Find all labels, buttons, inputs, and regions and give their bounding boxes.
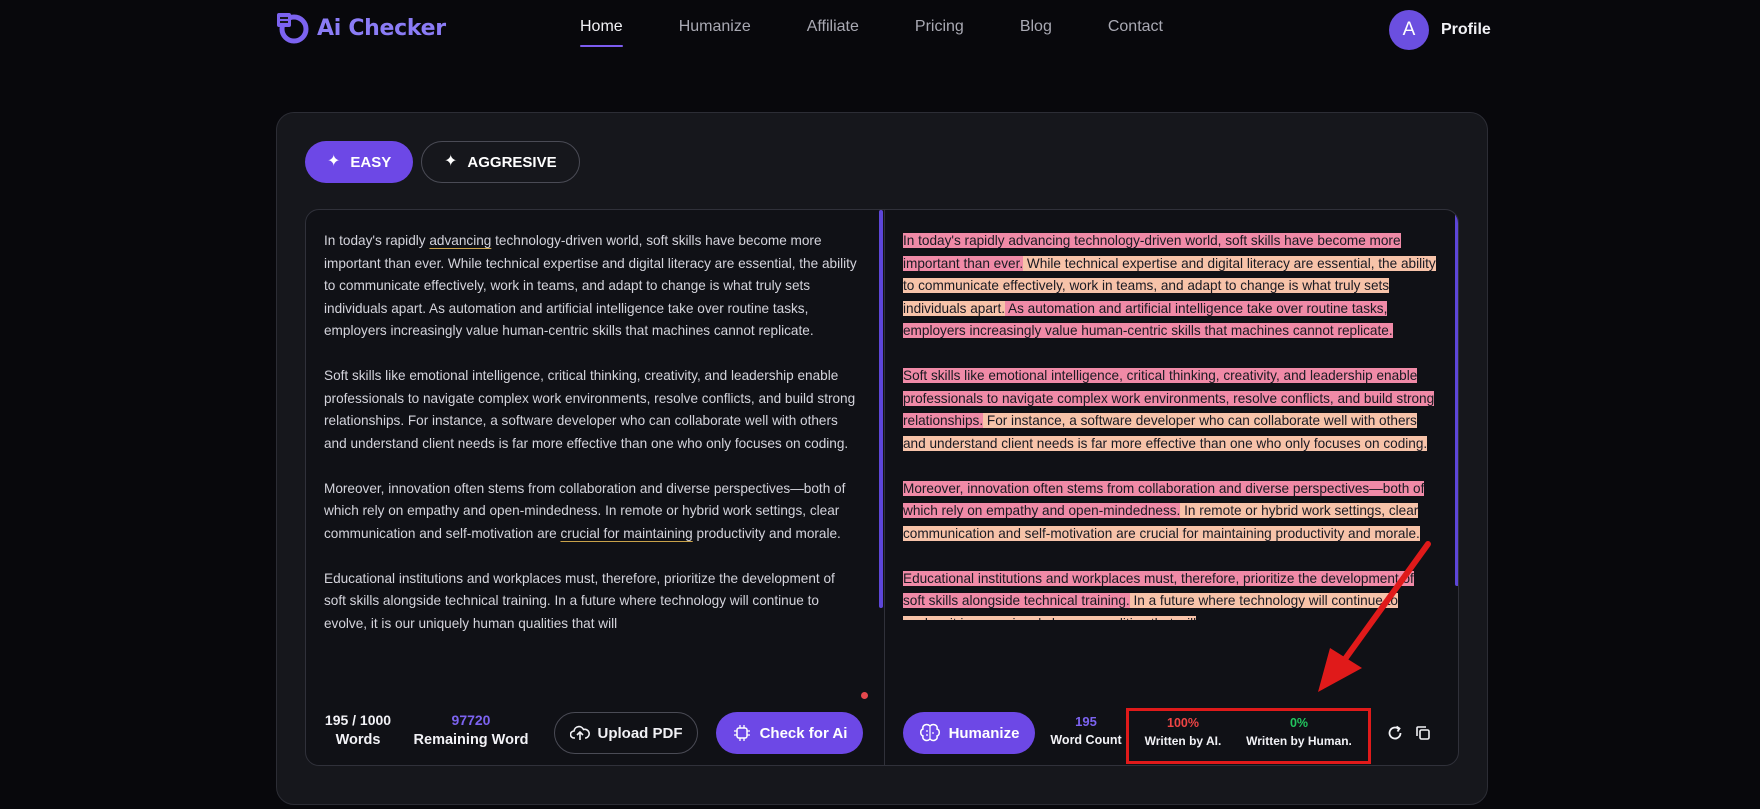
word-count-stat: 195 / 1000 Words xyxy=(324,712,392,748)
nav-link-home[interactable]: Home xyxy=(580,18,623,47)
upload-pdf-button[interactable]: Upload PDF xyxy=(554,712,698,754)
check-for-ai-label: Check for Ai xyxy=(759,724,848,742)
editor-panel: In today's rapidly advancing technology-… xyxy=(305,209,1459,766)
input-textarea[interactable]: In today's rapidly advancing technology-… xyxy=(324,230,859,640)
input-paragraph: Moreover, innovation often stems from co… xyxy=(324,480,846,541)
nav-link-blog[interactable]: Blog xyxy=(1020,18,1052,44)
human-percent: 0% xyxy=(1289,716,1309,730)
output-text: In today's rapidly advancing technology-… xyxy=(903,230,1438,620)
nav-link-contact[interactable]: Contact xyxy=(1108,18,1163,44)
human-label: Written by Human. xyxy=(1246,734,1352,748)
ai-percent: 100% xyxy=(1167,716,1199,730)
input-paragraph: Soft skills like emotional intelligence,… xyxy=(324,368,856,451)
brand-logo-icon xyxy=(277,13,309,44)
input-paragraph: Educational institutions and workplaces … xyxy=(324,570,835,631)
underlined-phrase[interactable]: crucial for maintaining xyxy=(561,526,693,541)
output-word-count-value: 195 xyxy=(1075,714,1097,729)
sparkle-icon: ✦ xyxy=(444,153,458,170)
profile-label[interactable]: Profile xyxy=(1441,21,1491,39)
upload-pdf-label: Upload PDF xyxy=(597,724,683,742)
ai-result: 100% Written by AI. xyxy=(1137,716,1229,748)
profile-menu[interactable]: A Profile xyxy=(1389,10,1491,50)
brand-name: Ai Checker xyxy=(317,15,446,41)
input-pane: In today's rapidly advancing technology-… xyxy=(306,210,883,765)
nav-link-humanize[interactable]: Humanize xyxy=(679,18,751,44)
upload-cloud-icon xyxy=(569,725,590,740)
underlined-phrase[interactable]: advancing xyxy=(429,233,491,248)
input-paragraph: In today's rapidly advancing technology-… xyxy=(324,233,857,338)
nav-links: Home Humanize Affiliate Pricing Blog Con… xyxy=(580,18,1163,47)
ai-chip-icon xyxy=(733,725,750,741)
check-for-ai-button[interactable]: Check for Ai xyxy=(716,712,863,754)
remaining-words-stat: 97720 Remaining Word xyxy=(411,712,531,748)
mode-aggressive-label: AGGRESIVE xyxy=(467,153,557,171)
output-word-count-stat: 195 Word Count xyxy=(1045,714,1127,747)
top-navbar: Ai Checker Home Humanize Affiliate Prici… xyxy=(0,0,1760,62)
output-paragraph: In today's rapidly advancing technology-… xyxy=(903,230,1438,343)
sparkle-icon: ✦ xyxy=(327,153,341,170)
input-scrollbar[interactable] xyxy=(879,210,883,608)
refresh-icon xyxy=(1388,725,1402,740)
input-footer: 195 / 1000 Words 97720 Remaining Word Up… xyxy=(306,698,883,762)
output-paragraph: Moreover, innovation often stems from co… xyxy=(903,478,1438,546)
output-scrollbar[interactable] xyxy=(1455,212,1458,586)
copy-icon xyxy=(1416,726,1430,740)
ai-label: Written by AI. xyxy=(1144,734,1222,748)
humanize-button[interactable]: Humanize xyxy=(903,712,1035,754)
word-count-label: Words xyxy=(335,732,381,748)
output-footer: Humanize 195 Word Count 100% Written by … xyxy=(885,698,1458,764)
brand-logo[interactable]: Ai Checker xyxy=(275,10,446,46)
output-pane: In today's rapidly advancing technology-… xyxy=(884,210,1458,765)
refresh-button[interactable] xyxy=(1384,722,1406,744)
brain-icon xyxy=(919,723,940,742)
output-paragraph: Educational institutions and workplaces … xyxy=(903,568,1438,620)
remaining-words-label: Remaining Word xyxy=(413,732,529,748)
human-result: 0% Written by Human. xyxy=(1237,716,1361,748)
humanizer-card: ✦ EASY ✦ AGGRESIVE In today's rapidly ad… xyxy=(276,112,1488,805)
word-count-value: 195 / 1000 xyxy=(324,712,392,728)
mode-easy-button[interactable]: ✦ EASY xyxy=(305,141,414,183)
copy-button[interactable] xyxy=(1412,722,1434,744)
nav-link-affiliate[interactable]: Affiliate xyxy=(807,18,859,44)
mode-easy-label: EASY xyxy=(350,153,392,171)
remaining-words-value: 97720 xyxy=(451,712,491,728)
avatar[interactable]: A xyxy=(1389,10,1429,50)
humanize-label: Humanize xyxy=(948,724,1020,742)
mode-aggressive-button[interactable]: ✦ AGGRESIVE xyxy=(421,141,580,183)
output-word-count-label: Word Count xyxy=(1050,733,1122,747)
detection-result-box: 100% Written by AI. 0% Written by Human. xyxy=(1126,708,1371,764)
output-paragraph: Soft skills like emotional intelligence,… xyxy=(903,365,1438,455)
nav-link-pricing[interactable]: Pricing xyxy=(915,18,964,44)
